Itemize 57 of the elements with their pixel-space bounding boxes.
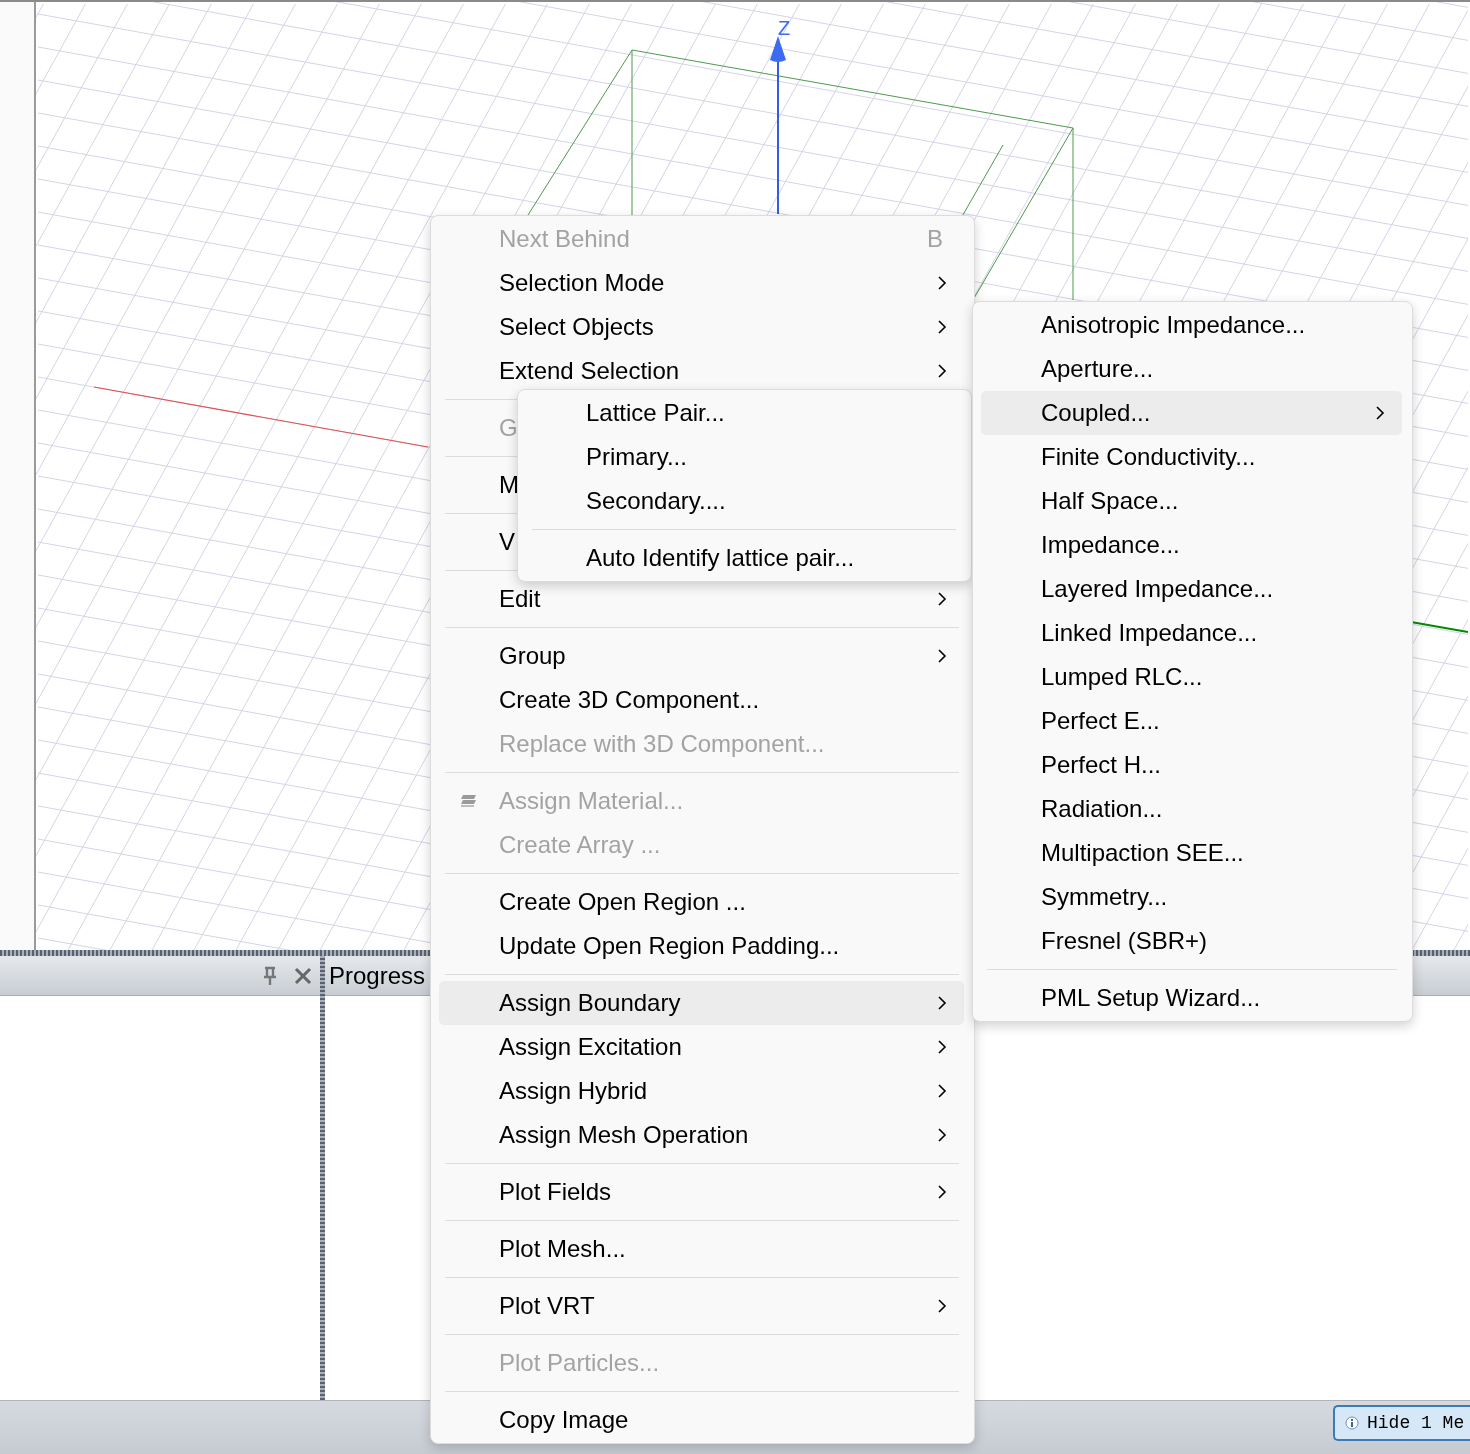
chevron-right-icon <box>937 1298 947 1314</box>
menu-item[interactable]: Selection Mode <box>439 261 964 305</box>
chevron-right-icon <box>937 1083 947 1099</box>
chevron-right-icon <box>937 275 947 291</box>
menu-item[interactable]: Lattice Pair... <box>526 391 961 435</box>
menu-item[interactable]: Coupled... <box>981 391 1402 435</box>
menu-item[interactable]: Assign Hybrid <box>439 1069 964 1113</box>
hide-messages-button[interactable]: Hide 1 Me <box>1333 1405 1470 1441</box>
menu-item[interactable]: Assign Mesh Operation <box>439 1113 964 1157</box>
chevron-right-icon <box>937 1127 947 1143</box>
menu-item[interactable]: Edit <box>439 577 964 621</box>
menu-item[interactable]: Anisotropic Impedance... <box>981 303 1402 347</box>
menu-item[interactable]: Select Objects <box>439 305 964 349</box>
menu-item[interactable]: Impedance... <box>981 523 1402 567</box>
pin-icon[interactable] <box>262 965 278 986</box>
menu-item[interactable]: Linked Impedance... <box>981 611 1402 655</box>
chevron-right-icon <box>937 1184 947 1200</box>
menu-item[interactable]: Fresnel (SBR+) <box>981 919 1402 963</box>
menu-item[interactable]: Assign Excitation <box>439 1025 964 1069</box>
chevron-right-icon <box>937 363 947 379</box>
menu-item[interactable]: Auto Identify lattice pair... <box>526 536 961 580</box>
menu-item[interactable]: Finite Conductivity... <box>981 435 1402 479</box>
chevron-right-icon <box>937 319 947 335</box>
chevron-right-icon <box>937 591 947 607</box>
menu-item[interactable]: PML Setup Wizard... <box>981 976 1402 1020</box>
menu-item[interactable]: Radiation... <box>981 787 1402 831</box>
menu-item[interactable]: Symmetry... <box>981 875 1402 919</box>
menu-item[interactable]: Perfect E... <box>981 699 1402 743</box>
menu-item[interactable]: Copy Image <box>439 1398 964 1442</box>
menu-item[interactable]: Aperture... <box>981 347 1402 391</box>
close-icon[interactable] <box>294 966 312 985</box>
material-icon <box>460 794 477 808</box>
panel-title: Progress <box>328 962 426 989</box>
menu-item[interactable]: Multipaction SEE... <box>981 831 1402 875</box>
menu-item[interactable]: Assign Boundary <box>439 981 964 1025</box>
menu-item[interactable]: Update Open Region Padding... <box>439 924 964 968</box>
menu-item[interactable]: Plot Fields <box>439 1170 964 1214</box>
info-icon <box>1345 1416 1359 1430</box>
menu-item[interactable]: Half Space... <box>981 479 1402 523</box>
menu-item[interactable]: Group <box>439 634 964 678</box>
axis-label: Z <box>777 17 791 39</box>
menu-item[interactable]: Create 3D Component... <box>439 678 964 722</box>
menu-item[interactable]: Lumped RLC... <box>981 655 1402 699</box>
menu-item[interactable]: Extend Selection <box>439 349 964 393</box>
menu-item[interactable]: Plot VRT <box>439 1284 964 1328</box>
menu-item[interactable]: Plot Mesh... <box>439 1227 964 1271</box>
shortcut-key: B <box>927 221 943 257</box>
chevron-right-icon <box>937 995 947 1011</box>
chevron-right-icon <box>1375 405 1385 421</box>
chevron-right-icon <box>937 648 947 664</box>
menu-item[interactable]: Create Open Region ... <box>439 880 964 924</box>
menu-item[interactable]: Secondary.... <box>526 479 961 523</box>
menu-item[interactable]: Perfect H... <box>981 743 1402 787</box>
menu-item[interactable]: Primary... <box>526 435 961 479</box>
y-axis-line <box>1410 621 1468 633</box>
menu-item[interactable]: Layered Impedance... <box>981 567 1402 611</box>
chevron-right-icon <box>937 1039 947 1055</box>
